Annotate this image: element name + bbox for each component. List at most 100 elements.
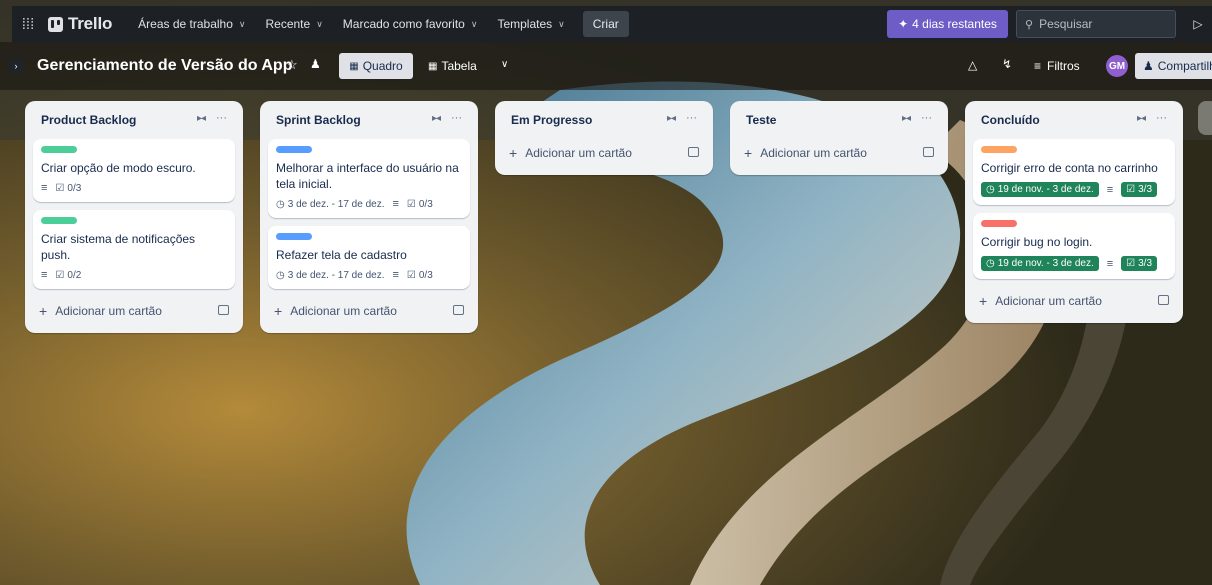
card[interactable]: Corrigir erro de conta no carrinho ◷ 19 d…	[973, 139, 1175, 205]
card-label[interactable]	[276, 233, 312, 240]
trial-button[interactable]: ✦ 4 dias restantes	[887, 10, 1008, 38]
card[interactable]: Refazer tela de cadastro ◷ 3 de dez. - 17…	[268, 226, 470, 289]
more-icon[interactable]: ···	[686, 112, 697, 124]
list-header[interactable]: Sprint Backlog ▸◂ ···	[268, 101, 470, 139]
card-label[interactable]	[981, 220, 1017, 227]
card-template-icon[interactable]	[218, 305, 229, 315]
board-title[interactable]: Gerenciamento de Versão do App	[37, 57, 292, 75]
add-list-button[interactable]	[1198, 101, 1212, 135]
table-view-icon: ▦	[428, 60, 438, 72]
app-frame: ⁞⁞⁞ Trello Áreas de trabalho ∨ Recente ∨…	[0, 0, 1212, 585]
menu-recent[interactable]: Recente ∨	[255, 10, 332, 38]
menu-workspaces[interactable]: Áreas de trabalho ∨	[128, 10, 255, 38]
card[interactable]: Criar opção de modo escuro. ≡ ☑ 0/3	[33, 139, 235, 202]
trello-logo-text: Trello	[68, 14, 113, 33]
menu-templates[interactable]: Templates ∨	[487, 10, 574, 38]
card-title: Criar opção de modo escuro.	[41, 161, 196, 175]
chevron-down-icon: ∨	[470, 18, 478, 29]
plus-icon: +	[39, 303, 48, 319]
due-date-text: 19 de nov. - 3 de dez.	[997, 184, 1094, 195]
list-header[interactable]: Product Backlog ▸◂ ···	[33, 101, 235, 139]
view-board-label: Quadro	[362, 59, 403, 73]
card-template-icon[interactable]	[923, 147, 934, 157]
checklist-icon: ☑	[406, 269, 416, 281]
card-title: Corrigir bug no login.	[981, 235, 1093, 249]
card-label[interactable]	[276, 146, 312, 153]
menu-starred[interactable]: Marcado como favorito ∨	[333, 10, 488, 38]
more-icon[interactable]: ···	[216, 112, 227, 124]
collapse-icon[interactable]: ▸◂	[1137, 113, 1146, 124]
menu-workspaces-label: Áreas de trabalho	[138, 17, 233, 31]
sparkle-icon: ✦	[898, 17, 909, 31]
create-button[interactable]: Criar	[582, 11, 629, 37]
board-view-icon: ▦	[349, 60, 359, 72]
add-card-button[interactable]: + Adicionar um cartão	[738, 139, 940, 167]
plus-icon: +	[979, 293, 988, 309]
card[interactable]: Corrigir bug no login. ◷ 19 de nov. - 3 d…	[973, 213, 1175, 279]
list-title: Concluído	[981, 113, 1040, 127]
list-title: Em Progresso	[511, 113, 593, 127]
grid-icon[interactable]: ⁞⁞⁞	[16, 12, 40, 36]
card[interactable]: Criar sistema de notificações push. ≡ ☑ 0…	[33, 210, 235, 289]
add-card-button[interactable]: + Adicionar um cartão	[268, 297, 470, 325]
card-template-icon[interactable]	[688, 147, 699, 157]
due-date-badge[interactable]: ◷ 19 de nov. - 3 de dez.	[981, 256, 1099, 271]
list-title: Sprint Backlog	[276, 113, 361, 127]
card-title: Refazer tela de cadastro	[276, 248, 407, 262]
expand-sidebar-icon[interactable]: ›	[8, 58, 24, 74]
add-card-label: Adicionar um cartão	[290, 304, 397, 318]
description-icon: ≡	[41, 269, 48, 281]
view-table-button[interactable]: ▦ Tabela	[428, 53, 477, 79]
checklist-count: 3/3	[1138, 258, 1153, 269]
add-card-button[interactable]: + Adicionar um cartão	[973, 287, 1175, 315]
more-icon[interactable]: ···	[921, 112, 932, 124]
share-icon: ♟	[1143, 59, 1154, 73]
menu-recent-label: Recente	[265, 17, 311, 31]
more-icon[interactable]: ···	[451, 112, 462, 124]
due-date-badge[interactable]: ◷ 3 de dez. - 17 de dez.	[276, 270, 384, 281]
card[interactable]: Melhorar a interface do usuário na tela …	[268, 139, 470, 218]
bell-icon[interactable]: ▷	[1184, 10, 1212, 38]
list-product-backlog: Product Backlog ▸◂ ··· Criar opção de mo…	[25, 101, 243, 333]
list-header[interactable]: Em Progresso ▸◂ ···	[503, 101, 705, 139]
collapse-icon[interactable]: ▸◂	[667, 113, 676, 124]
chevron-down-icon[interactable]: ∨	[501, 59, 508, 70]
list-header[interactable]: Concluído ▸◂ ···	[973, 101, 1175, 139]
star-icon[interactable]: ☆	[286, 57, 298, 73]
due-date-badge[interactable]: ◷ 3 de dez. - 17 de dez.	[276, 199, 384, 210]
add-card-button[interactable]: + Adicionar um cartão	[33, 297, 235, 325]
checklist-icon: ☑	[55, 182, 65, 194]
lightning-icon[interactable]: ↯	[1002, 57, 1012, 71]
more-icon[interactable]: ···	[1156, 112, 1167, 124]
card-label[interactable]	[41, 217, 77, 224]
list-concluido: Concluído ▸◂ ··· Corrigir erro de conta …	[965, 101, 1183, 323]
checklist-count: 3/3	[1138, 184, 1153, 195]
search-input[interactable]: ⚲ Pesquisar	[1016, 10, 1176, 38]
rocket-icon[interactable]: △	[968, 58, 977, 72]
checklist-count: 0/3	[67, 182, 82, 194]
card-title: Criar sistema de notificações push.	[41, 232, 196, 262]
avatar[interactable]: GM	[1106, 55, 1128, 77]
chevron-down-icon: ∨	[316, 18, 323, 29]
trello-logo[interactable]: Trello	[48, 14, 112, 34]
add-card-button[interactable]: + Adicionar um cartão	[503, 139, 705, 167]
card-badges: ◷ 19 de nov. - 3 de dez. ≡ ☑ 3/3	[981, 182, 1167, 197]
card-template-icon[interactable]	[1158, 295, 1169, 305]
visibility-icon[interactable]: ♟	[310, 57, 321, 71]
card-label[interactable]	[981, 146, 1017, 153]
view-board-button[interactable]: ▦ Quadro	[339, 53, 413, 79]
collapse-icon[interactable]: ▸◂	[197, 113, 206, 124]
due-date-badge[interactable]: ◷ 19 de nov. - 3 de dez.	[981, 182, 1099, 197]
description-icon: ≡	[392, 198, 399, 210]
checklist-icon: ☑	[1126, 184, 1136, 195]
checklist-icon: ☑	[1126, 258, 1136, 269]
filter-button[interactable]: ≡ Filtros	[1034, 53, 1080, 79]
share-button[interactable]: ♟ Compartilhar	[1135, 53, 1212, 79]
card-label[interactable]	[41, 146, 77, 153]
card-template-icon[interactable]	[453, 305, 464, 315]
top-navigation: ⁞⁞⁞ Trello Áreas de trabalho ∨ Recente ∨…	[12, 6, 1212, 42]
collapse-icon[interactable]: ▸◂	[432, 113, 441, 124]
list-header[interactable]: Teste ▸◂ ···	[738, 101, 940, 139]
plus-icon: +	[744, 145, 753, 161]
collapse-icon[interactable]: ▸◂	[902, 113, 911, 124]
